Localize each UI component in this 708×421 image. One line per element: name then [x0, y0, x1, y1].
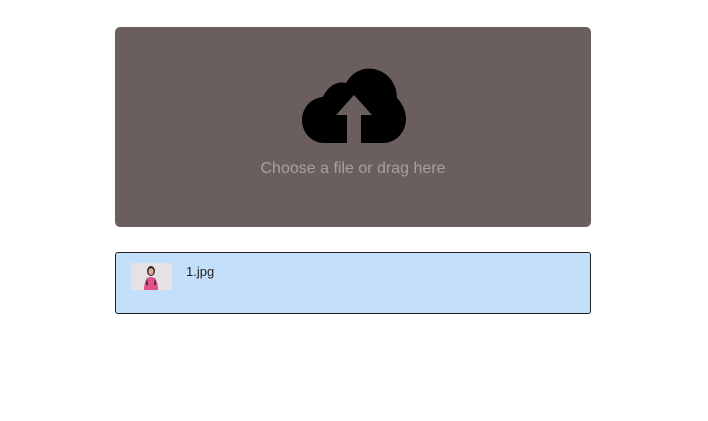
- dropzone-label: Choose a file or drag here: [260, 160, 446, 177]
- file-name: 1.jpg: [186, 264, 215, 279]
- cloud-upload-icon: [302, 68, 406, 143]
- photo-thumbnail: [131, 263, 172, 290]
- file-dropzone[interactable]: Choose a file or drag here: [115, 27, 591, 227]
- file-list-item[interactable]: 1.jpg: [115, 252, 591, 314]
